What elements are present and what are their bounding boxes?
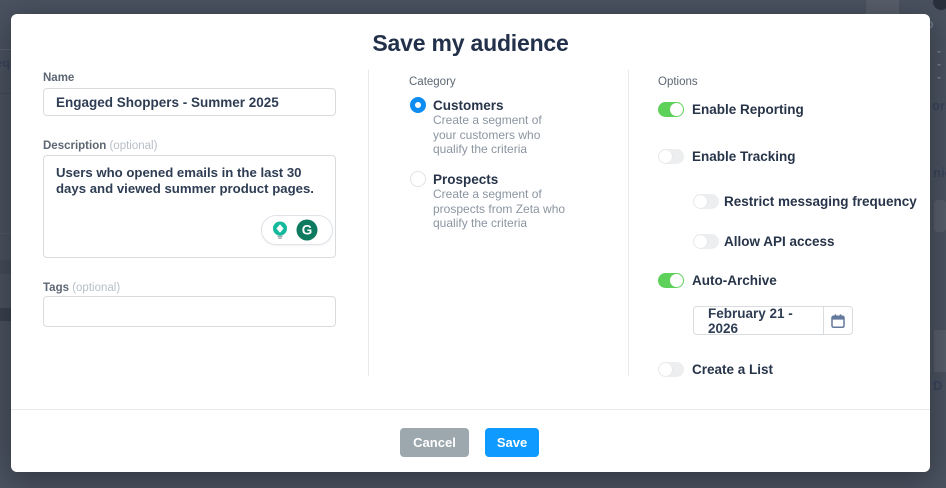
bg-toolbar-block <box>866 0 899 14</box>
grammarly-icon[interactable]: G <box>294 217 320 243</box>
bg-scrollbar <box>934 330 946 372</box>
bg-row-band <box>0 260 11 274</box>
bg-text-fragment: - <box>937 57 941 71</box>
bg-card <box>934 200 946 232</box>
bg-text-fragment: - <box>937 44 941 58</box>
toggle-auto-archive-label: Auto-Archive <box>692 273 777 288</box>
toggle-restrict-messaging[interactable] <box>693 194 719 209</box>
calendar-button[interactable] <box>824 313 852 329</box>
bg-divider <box>0 93 11 94</box>
description-textarea[interactable]: Users who opened emails in the last 30 d… <box>43 155 336 258</box>
auto-archive-date-field[interactable]: February 21 - 2026 <box>693 306 853 335</box>
tags-optional-hint: (optional) <box>72 282 120 294</box>
auto-archive-date-value: February 21 - 2026 <box>694 306 823 336</box>
radio-prospects-description: Create a segment of prospects from Zeta … <box>433 187 568 231</box>
radio-customers[interactable] <box>410 97 426 113</box>
description-label: Description (optional) <box>43 140 157 152</box>
description-optional-hint: (optional) <box>109 140 157 152</box>
toggle-enable-reporting[interactable] <box>658 102 684 117</box>
options-heading: Options <box>658 76 698 88</box>
category-heading: Category <box>409 76 456 88</box>
name-input[interactable] <box>43 88 336 116</box>
bg-avatar <box>933 0 946 10</box>
toggle-create-list[interactable] <box>658 362 684 377</box>
radio-prospects-label[interactable]: Prospects <box>433 172 498 187</box>
bg-text-fragment: - <box>937 70 941 84</box>
column-divider <box>628 70 629 376</box>
bg-divider <box>0 49 11 50</box>
toggle-enable-tracking[interactable] <box>658 149 684 164</box>
toggle-auto-archive[interactable] <box>658 273 684 288</box>
toggle-enable-tracking-label: Enable Tracking <box>692 149 796 164</box>
cancel-button[interactable]: Cancel <box>400 428 469 457</box>
radio-customers-label[interactable]: Customers <box>433 98 504 113</box>
toggle-create-list-label: Create a List <box>692 362 773 377</box>
grammarly-widget[interactable]: G <box>261 215 333 245</box>
toggle-restrict-messaging-label: Restrict messaging frequency <box>724 194 917 209</box>
bg-text-fragment: nic <box>933 165 946 180</box>
bg-divider <box>0 233 11 234</box>
svg-text:G: G <box>302 223 313 238</box>
screen: equ pro - - - ors nic - D Save my audien… <box>0 0 946 488</box>
calendar-icon <box>830 313 846 329</box>
description-value: Users who opened emails in the last 30 d… <box>56 165 325 196</box>
tags-label: Tags (optional) <box>43 282 120 294</box>
bg-row-band <box>0 308 11 321</box>
bg-text-fragment: ors <box>932 98 946 113</box>
modal-title: Save my audience <box>11 30 930 57</box>
toggle-enable-reporting-label: Enable Reporting <box>692 102 804 117</box>
lightbulb-icon[interactable] <box>269 219 291 241</box>
toggle-allow-api[interactable] <box>693 234 719 249</box>
save-audience-modal: Save my audience Name Description (optio… <box>11 14 930 472</box>
footer-divider <box>11 409 930 410</box>
tags-input[interactable] <box>43 296 336 327</box>
toggle-allow-api-label: Allow API access <box>724 234 835 249</box>
radio-customers-description: Create a segment of your customers who q… <box>433 113 568 157</box>
save-button[interactable]: Save <box>485 428 539 457</box>
name-label: Name <box>43 72 74 84</box>
column-divider <box>368 70 369 376</box>
radio-prospects[interactable] <box>410 171 426 187</box>
